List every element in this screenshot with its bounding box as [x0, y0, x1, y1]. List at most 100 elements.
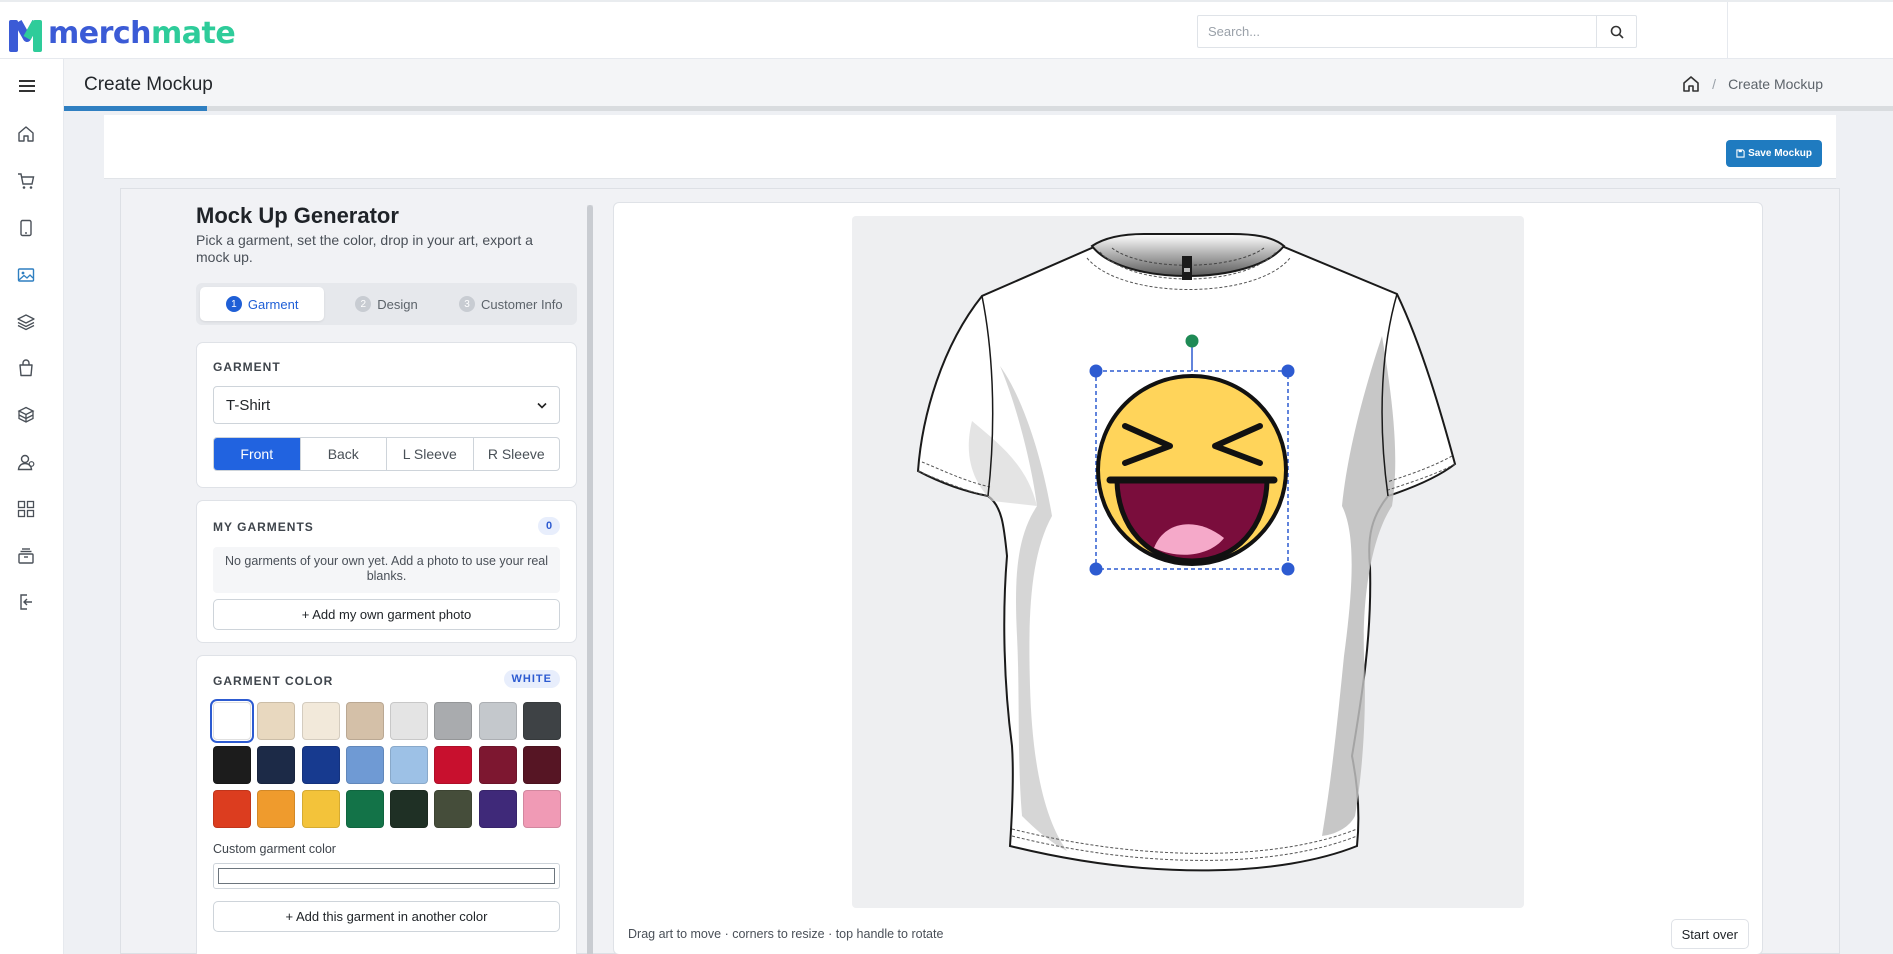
toolbar-card: Save Mockup: [104, 115, 1836, 179]
sidebar-item-devices[interactable]: [13, 215, 39, 241]
canvas-panel: Drag art to move · corners to resize · t…: [613, 202, 1763, 954]
breadcrumb: / Create Mockup: [1682, 75, 1823, 93]
main-content: Save Mockup Mock Up Generator Pick a gar…: [64, 111, 1893, 954]
search-input[interactable]: [1198, 16, 1596, 47]
color-swatch[interactable]: [523, 746, 562, 784]
rotate-handle[interactable]: [1185, 334, 1199, 348]
start-over-button[interactable]: Start over: [1670, 919, 1749, 949]
view-right-sleeve-button[interactable]: R Sleeve: [474, 438, 560, 470]
logo-mark-icon: [9, 20, 42, 52]
sidebar-item-shop[interactable]: [13, 355, 39, 381]
image-icon: [17, 268, 35, 282]
garment-select[interactable]: T-Shirt: [213, 386, 560, 424]
hamburger-menu-icon[interactable]: [14, 73, 40, 99]
resize-handle-bottom-left[interactable]: [1089, 562, 1103, 576]
sidebar-item-home[interactable]: [13, 121, 39, 147]
view-back-button[interactable]: Back: [301, 438, 387, 470]
logout-icon: [20, 594, 32, 610]
sidebar-item-mockups[interactable]: [13, 262, 39, 288]
panel-scrollbar[interactable]: [587, 205, 593, 954]
sidebar-item-layers[interactable]: [13, 309, 39, 335]
sidebar-item-products[interactable]: [13, 402, 39, 428]
color-swatch[interactable]: [213, 746, 251, 784]
sidebar-item-logout[interactable]: [13, 589, 39, 615]
my-garments-empty-message: No garments of your own yet. Add a photo…: [213, 547, 560, 593]
garment-label: GARMENT: [213, 360, 281, 374]
garment-color-card: GARMENT COLOR WHITE Custom garment color…: [196, 655, 577, 954]
sidebar-item-apps[interactable]: [13, 496, 39, 522]
app-logo[interactable]: merchmate: [6, 14, 236, 54]
chevron-down-icon: [537, 402, 547, 409]
breadcrumb-home[interactable]: [1682, 75, 1700, 93]
color-swatch[interactable]: [478, 702, 517, 740]
color-swatch[interactable]: [390, 790, 429, 828]
my-garments-card: MY GARMENTS 0 No garments of your own ye…: [196, 500, 577, 643]
color-swatch[interactable]: [478, 746, 517, 784]
color-swatch-grid: [210, 699, 563, 828]
selected-color-badge: WHITE: [503, 670, 560, 688]
home-icon: [1683, 76, 1699, 92]
color-swatch[interactable]: [345, 702, 384, 740]
search-button[interactable]: [1596, 16, 1636, 47]
add-own-garment-button[interactable]: + Add my own garment photo: [213, 599, 560, 630]
color-swatch[interactable]: [210, 699, 254, 743]
color-swatch[interactable]: [523, 702, 562, 740]
page-header: Create Mockup / Create Mockup: [64, 59, 1893, 111]
color-swatch[interactable]: [301, 702, 340, 740]
users-icon: [17, 454, 35, 471]
color-swatch[interactable]: [257, 702, 296, 740]
tab-garment[interactable]: 1 Garment: [200, 287, 325, 321]
resize-handle-top-right[interactable]: [1281, 364, 1295, 378]
tab-design[interactable]: 2 Design: [324, 287, 448, 321]
sidebar-item-customers[interactable]: [13, 449, 39, 475]
add-garment-color-button[interactable]: + Add this garment in another color: [213, 901, 560, 932]
sidebar-item-archive[interactable]: [13, 543, 39, 569]
color-swatch[interactable]: [345, 746, 384, 784]
color-swatch[interactable]: [213, 790, 251, 828]
stack-icon: [17, 406, 35, 423]
archive-icon: [18, 548, 34, 564]
mockup-workspace: Mock Up Generator Pick a garment, set th…: [120, 188, 1840, 954]
color-swatch[interactable]: [345, 790, 384, 828]
canvas-hint: Drag art to move · corners to resize · t…: [628, 927, 944, 941]
save-mockup-button[interactable]: Save Mockup: [1726, 140, 1822, 167]
layers-icon: [17, 314, 35, 331]
garment-card: GARMENT T-Shirt Front Back L Sleeve R Sl…: [196, 342, 577, 488]
view-toggle: Front Back L Sleeve R Sleeve: [213, 437, 560, 471]
color-swatch[interactable]: [257, 790, 296, 828]
cart-icon: [18, 173, 35, 189]
logo-text: merchmate: [48, 16, 236, 51]
resize-handle-bottom-right[interactable]: [1281, 562, 1295, 576]
floppy-icon: [1736, 149, 1745, 158]
color-swatch[interactable]: [257, 746, 296, 784]
custom-color-picker[interactable]: [213, 863, 560, 889]
color-swatch[interactable]: [434, 702, 473, 740]
sidebar-item-orders[interactable]: [13, 168, 39, 194]
color-swatch[interactable]: [390, 746, 429, 784]
mockup-stage: [852, 216, 1524, 908]
color-swatch[interactable]: [478, 790, 517, 828]
tab-customer-info[interactable]: 3 Customer Info: [449, 287, 573, 321]
search-icon: [1610, 25, 1624, 39]
generator-panel: Mock Up Generator Pick a garment, set th…: [121, 189, 595, 954]
color-swatch[interactable]: [434, 790, 473, 828]
custom-color-label: Custom garment color: [213, 842, 336, 856]
page-title: Create Mockup: [84, 74, 213, 95]
home-icon: [18, 126, 34, 142]
design-art[interactable]: [1096, 374, 1288, 566]
grid-icon: [17, 500, 35, 518]
color-swatch[interactable]: [390, 702, 429, 740]
color-swatch[interactable]: [523, 790, 562, 828]
my-garments-label: MY GARMENTS: [213, 520, 314, 534]
generator-subtitle: Pick a garment, set the color, drop in y…: [196, 232, 533, 265]
color-swatch[interactable]: [434, 746, 473, 784]
tshirt-mockup: [916, 233, 1457, 872]
top-header: merchmate: [0, 0, 1893, 60]
view-left-sleeve-button[interactable]: L Sleeve: [387, 438, 474, 470]
sidebar: [0, 59, 64, 954]
view-front-button[interactable]: Front: [214, 438, 301, 470]
garment-color-label: GARMENT COLOR: [213, 674, 334, 688]
resize-handle-top-left[interactable]: [1089, 364, 1103, 378]
color-swatch[interactable]: [301, 790, 340, 828]
color-swatch[interactable]: [301, 746, 340, 784]
